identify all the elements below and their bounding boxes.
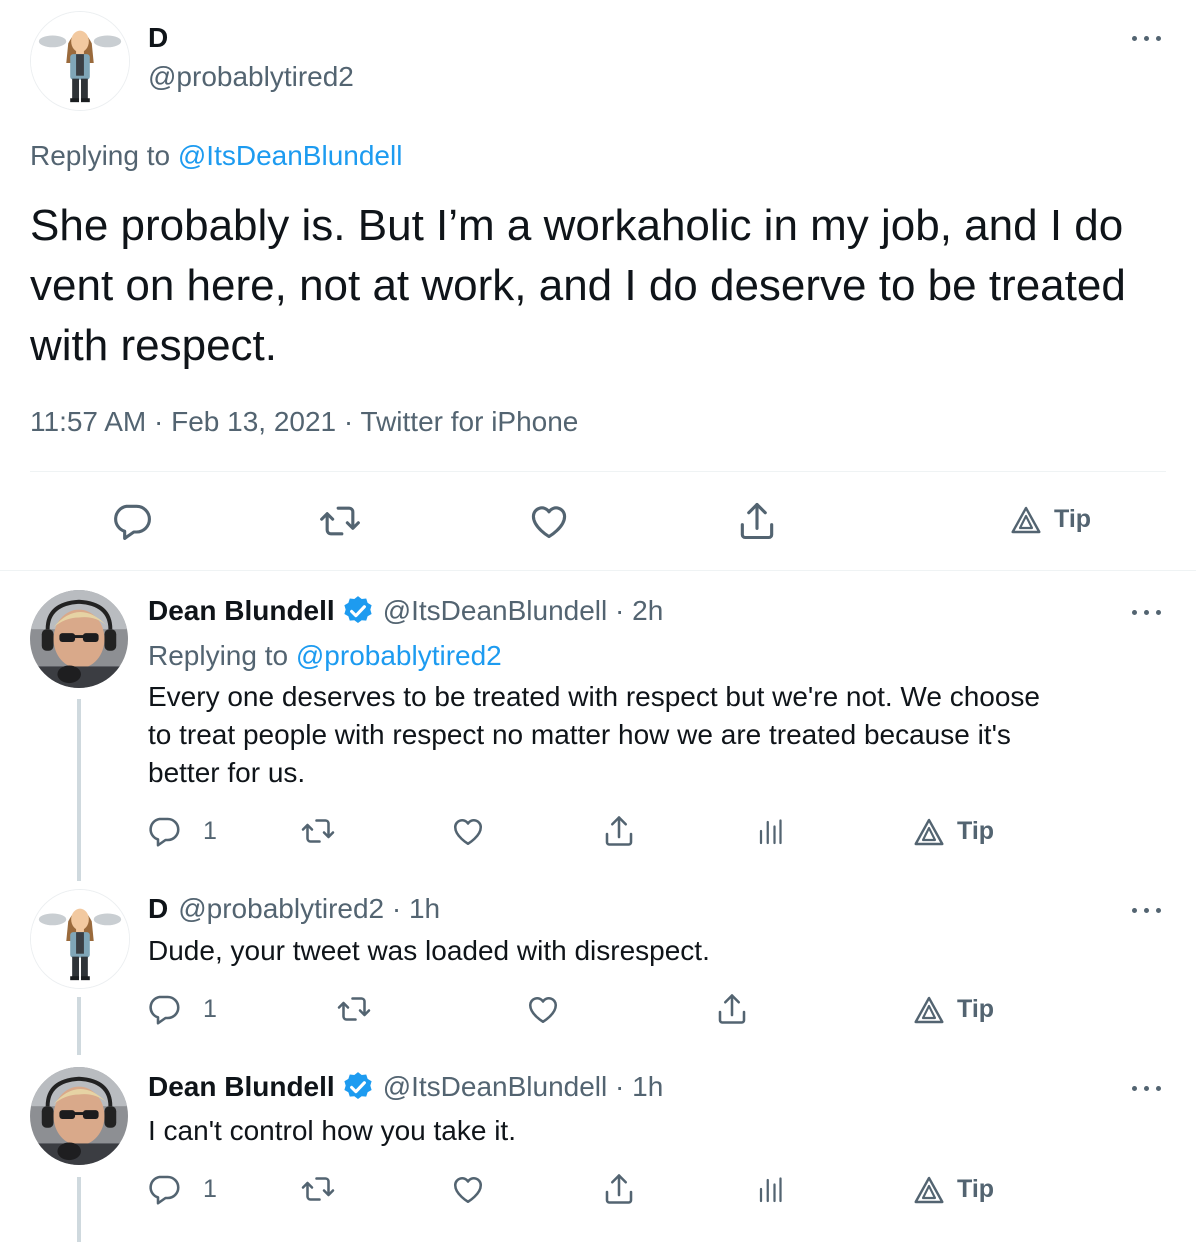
reply-icon[interactable] — [146, 813, 182, 849]
tweet-text: She probably is. But I’m a workaholic in… — [30, 196, 1126, 376]
tip-label: Tip — [957, 817, 995, 845]
tweet-text-line: She probably is. But I’m a workaholic in… — [30, 201, 1124, 250]
analytics-icon[interactable] — [752, 1171, 788, 1207]
verified-badge-icon — [341, 594, 375, 628]
thread-line — [77, 1177, 81, 1242]
retweet-icon[interactable] — [300, 1171, 336, 1207]
display-name[interactable]: D — [148, 892, 168, 926]
handle-time[interactable]: @probablytired2 · 1h — [178, 892, 440, 926]
tip-icon — [913, 994, 945, 1026]
avatar[interactable] — [30, 11, 130, 111]
like-icon[interactable] — [450, 1171, 486, 1207]
more-icon[interactable] — [1130, 900, 1170, 920]
share-icon[interactable] — [735, 499, 779, 543]
reply-icon[interactable] — [146, 991, 182, 1027]
tip-button[interactable]: Tip — [913, 815, 1003, 849]
divider — [30, 471, 1166, 472]
tweet-header: Dean Blundell @ItsDeanBlundell · 1h — [148, 1070, 663, 1104]
tip-label: Tip — [1054, 505, 1092, 533]
retweet-icon[interactable] — [318, 499, 362, 543]
tweet-text-line: with respect. — [30, 321, 277, 370]
tip-icon — [913, 1174, 945, 1206]
section-divider — [0, 570, 1196, 571]
tweet-meta[interactable]: 11:57 AM · Feb 13, 2021 · Twitter for iP… — [30, 405, 578, 439]
display-name[interactable]: Dean Blundell — [148, 1070, 335, 1104]
avatar[interactable] — [30, 1067, 128, 1165]
tweet-text: Dude, your tweet was loaded with disresp… — [148, 935, 710, 966]
display-name[interactable]: Dean Blundell — [148, 594, 335, 628]
user-handle[interactable]: @probablytired2 — [148, 60, 354, 94]
reply-icon[interactable] — [110, 499, 154, 543]
retweet-icon[interactable] — [336, 991, 372, 1027]
more-icon[interactable] — [1130, 602, 1170, 622]
retweet-icon[interactable] — [300, 813, 336, 849]
replying-prefix: Replying to — [30, 140, 171, 171]
tip-icon — [1010, 504, 1042, 536]
tip-icon — [913, 816, 945, 848]
avatar-image — [30, 590, 128, 688]
tip-button[interactable]: Tip — [913, 1173, 1003, 1207]
tip-button[interactable]: Tip — [913, 993, 1003, 1027]
like-icon[interactable] — [450, 813, 486, 849]
verified-badge-icon — [341, 1070, 375, 1104]
replying-to: Replying to @ItsDeanBlundell — [30, 139, 402, 173]
tweet-text-line: Every one deserves to be treated with re… — [148, 681, 1040, 712]
like-icon[interactable] — [527, 499, 571, 543]
tweet-text: Every one deserves to be treated with re… — [148, 678, 1040, 792]
thread-line — [77, 997, 81, 1055]
tip-label: Tip — [957, 995, 995, 1023]
display-name[interactable]: D — [148, 21, 168, 55]
tweet-text-line: better for us. — [148, 757, 306, 788]
share-icon[interactable] — [601, 1171, 637, 1207]
avatar-image — [30, 1067, 128, 1165]
thread-line — [77, 699, 81, 881]
reply-icon[interactable] — [146, 1171, 182, 1207]
like-icon[interactable] — [525, 991, 561, 1027]
handle-time[interactable]: @ItsDeanBlundell · 1h — [383, 1070, 664, 1104]
avatar-image — [31, 890, 129, 988]
more-icon[interactable] — [1130, 1078, 1170, 1098]
tweet-text-line: vent on here, not at work, and I do dese… — [30, 261, 1126, 310]
tweet-text-line: to treat people with respect no matter h… — [148, 719, 1011, 750]
mention-link[interactable]: @ItsDeanBlundell — [178, 140, 403, 171]
more-icon[interactable] — [1130, 28, 1170, 48]
reply-count: 1 — [203, 817, 217, 845]
replying-prefix: Replying to — [148, 640, 289, 671]
tweet-header: Dean Blundell @ItsDeanBlundell · 2h — [148, 594, 663, 628]
handle-time[interactable]: @ItsDeanBlundell · 2h — [383, 594, 664, 628]
share-icon[interactable] — [714, 991, 750, 1027]
analytics-icon[interactable] — [752, 813, 788, 849]
share-icon[interactable] — [601, 813, 637, 849]
tweet-text: I can't control how you take it. — [148, 1115, 516, 1146]
reply-count: 1 — [203, 1175, 217, 1203]
tip-label: Tip — [957, 1175, 995, 1203]
reply-count: 1 — [203, 995, 217, 1023]
replying-to: Replying to @probablytired2 — [148, 639, 502, 673]
tweet-header: D @probablytired2 · 1h — [148, 892, 440, 926]
avatar-image — [31, 12, 129, 110]
avatar[interactable] — [30, 590, 128, 688]
tip-button[interactable]: Tip — [1010, 502, 1100, 538]
mention-link[interactable]: @probablytired2 — [296, 640, 502, 671]
avatar[interactable] — [30, 889, 130, 989]
